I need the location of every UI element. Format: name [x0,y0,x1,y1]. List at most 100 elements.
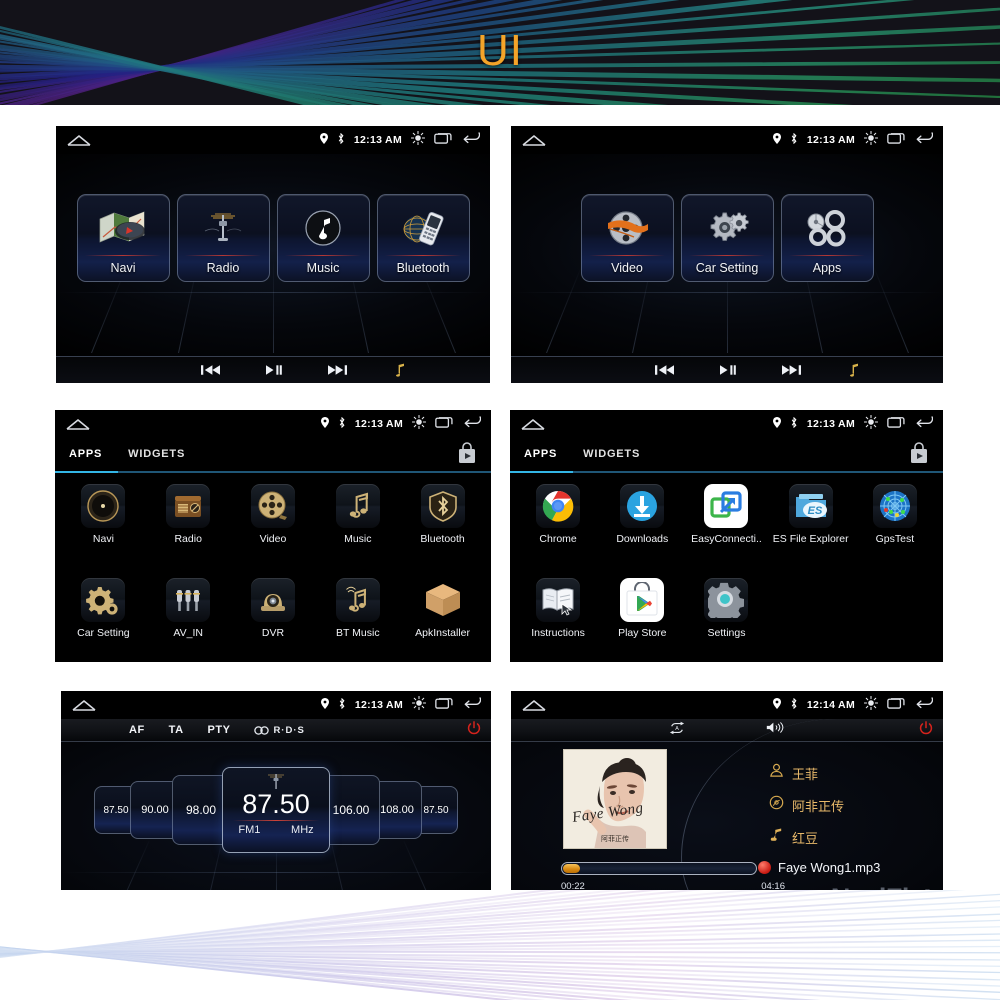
app-settings[interactable]: Settings [684,578,768,662]
home-icon[interactable] [65,417,91,431]
radio-af-button[interactable]: AF [129,724,145,736]
status-time: 12:13 AM [354,418,403,430]
app-video[interactable]: Video [231,484,316,578]
back-icon[interactable] [462,131,481,149]
svg-text:A: A [675,725,679,731]
app-chrome[interactable]: Chrome [516,484,600,578]
app-easyconnection[interactable]: EasyConnecti.. [684,484,768,578]
brightness-icon[interactable] [863,130,879,150]
drawer-tabs: APPS WIDGETS [55,438,491,473]
bluetooth-icon [790,415,798,433]
radio-frequency: 87.50 [242,789,310,819]
location-pin-icon [320,696,329,714]
back-icon[interactable] [463,415,482,433]
power-icon[interactable] [919,720,933,740]
app-play-store[interactable]: Play Store [600,578,684,662]
repeat-all-icon[interactable]: A [669,721,685,740]
back-icon[interactable] [915,696,934,714]
play-pause-icon[interactable] [265,364,282,376]
home-icon[interactable] [71,698,97,712]
tile-navi[interactable]: Navi [76,194,170,282]
app-gpstest[interactable]: GpsTest [853,484,937,578]
play-store-bag-icon[interactable] [909,441,929,469]
app-dvr[interactable]: DVR [231,578,316,662]
track-name: 红豆 [792,830,819,846]
recents-icon[interactable] [887,696,906,714]
home-icon[interactable] [521,698,547,712]
app-bluetooth[interactable]: Bluetooth [400,484,485,578]
recents-icon[interactable] [435,415,454,433]
volume-icon[interactable] [766,721,784,739]
radio-rds-button[interactable]: R·D·S [254,725,304,736]
recents-icon[interactable] [887,415,906,433]
recents-icon[interactable] [434,131,453,149]
next-track-icon[interactable] [781,364,801,376]
app-av-in[interactable]: AV_IN [146,578,231,662]
package-box-icon [421,578,465,622]
brightness-icon[interactable] [863,414,879,434]
app-downloads[interactable]: Downloads [600,484,684,578]
brightness-icon[interactable] [411,414,427,434]
tab-apps[interactable]: APPS [524,448,557,462]
back-icon[interactable] [915,131,934,149]
radio-pty-button[interactable]: PTY [208,724,231,736]
recents-icon[interactable] [887,131,906,149]
previous-track-icon[interactable] [200,364,220,376]
home-icon[interactable] [521,133,547,147]
home-icon[interactable] [520,417,546,431]
recents-icon[interactable] [435,696,454,714]
tile-accent-line [788,255,866,256]
panel-app-drawer-page-1: 12:13 AM APPS WIDGETS Navi Radio Video M… [55,410,491,662]
brightness-icon[interactable] [410,130,426,150]
app-music[interactable]: Music [315,484,400,578]
brightness-icon[interactable] [863,695,879,715]
tile-video[interactable]: Video [580,194,674,282]
now-playing-file: Faye Wong1.mp3 [758,860,880,875]
app-navi[interactable]: Navi [61,484,146,578]
tab-widgets[interactable]: WIDGETS [128,448,185,462]
app-grid: Navi Radio Video Music Bluetooth Car Set… [55,476,491,662]
app-label: GpsTest [875,533,915,545]
tab-widgets[interactable]: WIDGETS [583,448,640,462]
home-icon[interactable] [66,133,92,147]
progress-bar[interactable] [561,862,757,875]
brightness-icon[interactable] [411,695,427,715]
app-radio[interactable]: Radio [146,484,231,578]
tile-radio[interactable]: Radio [176,194,270,282]
media-control-bar [56,356,490,383]
play-store-bag-icon[interactable] [457,441,477,469]
tile-accent-line [184,255,262,256]
album-name: 阿非正传 [792,798,845,814]
location-pin-icon [320,415,329,433]
music-note-icon[interactable] [393,363,406,377]
previous-track-icon[interactable] [654,364,674,376]
tab-underline [510,471,943,473]
app-car-setting[interactable]: Car Setting [61,578,146,662]
app-label: Instructions [531,627,585,639]
play-pause-icon[interactable] [719,364,736,376]
back-icon[interactable] [463,696,482,714]
app-instructions[interactable]: Instructions [516,578,600,662]
tile-apps[interactable]: Apps [780,194,874,282]
album-row: 阿非正传 [769,795,844,815]
next-track-icon[interactable] [327,364,347,376]
tile-car-setting[interactable]: Car Setting [680,194,774,282]
radio-ta-button[interactable]: TA [169,724,184,736]
bluetooth-icon [790,696,798,714]
radio-top-bar: AF TA PTY R·D·S [61,719,491,742]
power-icon[interactable] [467,720,481,740]
album-disc-icon [769,795,784,815]
app-bt-music[interactable]: BT Music [315,578,400,662]
tile-bluetooth[interactable]: Bluetooth [376,194,470,282]
back-icon[interactable] [915,415,934,433]
tab-apps[interactable]: APPS [69,448,102,462]
app-es-file-explorer[interactable]: ES ES File Explorer [769,484,853,578]
tile-label: Apps [812,261,842,275]
music-note-icon[interactable] [847,363,860,377]
album-art-cn-text: 阿菲正传 [601,836,629,843]
tile-music[interactable]: Music [276,194,370,282]
radio-preset[interactable]: 106.00 [322,775,380,845]
radio-current-station[interactable]: 87.50 FM1 MHz [222,767,330,853]
app-apkinstaller[interactable]: ApkInstaller [400,578,485,662]
app-label: Settings [707,627,746,639]
